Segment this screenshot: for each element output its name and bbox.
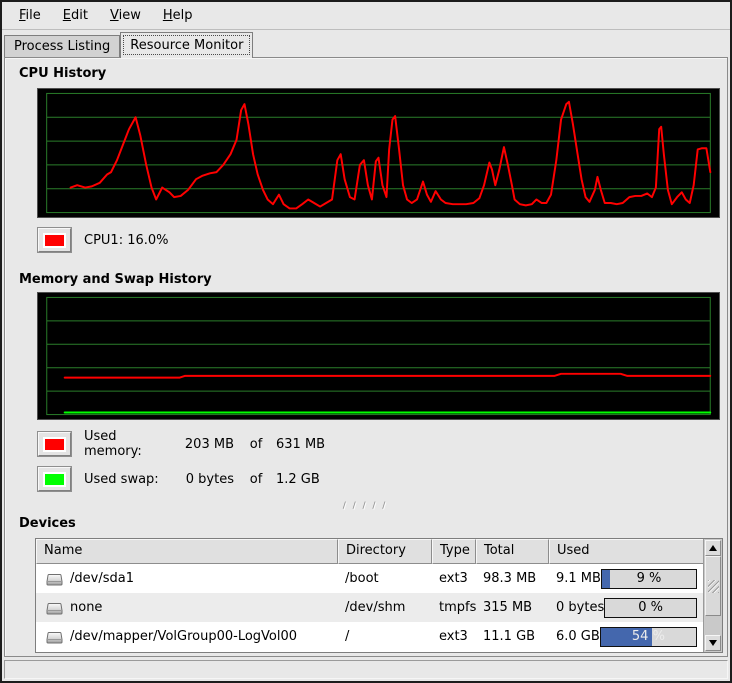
device-type-cell: ext3 [432,629,476,644]
menu-edit[interactable]: Edit [52,3,99,28]
column-header-used[interactable]: Used [549,539,704,564]
hard-disk-icon [46,601,63,615]
device-row-3[interactable]: /dev/mapper/VolGroup00-LogVol00 /ext311.1… [36,622,704,651]
system-monitor-window: FileEditViewHelp Process ListingResource… [0,0,732,683]
progress-percent-label: 54 % [601,628,696,646]
devices-title: Devices [19,516,727,532]
memory-color-swatch-button[interactable] [38,432,71,456]
memory-color [45,439,64,450]
column-header-directory[interactable]: Directory [338,539,432,564]
devices-scrollbar[interactable] [703,539,722,652]
device-total-cell: 11.1 GB [476,629,549,644]
thumb-grip-icon [708,580,719,593]
memory-history-title: Memory and Swap History [19,272,727,288]
memory-of-label: of [244,437,268,452]
cpu-history-graph [37,88,720,218]
device-name: /dev/mapper/VolGroup00-LogVol00 [70,629,297,644]
tab-process-listing[interactable]: Process Listing [4,35,120,57]
cpu1-color-swatch [43,233,66,248]
cpu1-color-swatch-button[interactable] [38,228,71,252]
device-name: /dev/sda1 [70,571,134,586]
device-type-cell: ext3 [432,571,476,586]
scroll-up-button[interactable] [705,540,721,556]
device-used-cell: 0 bytes0 % [549,598,704,618]
device-name: none [70,600,102,615]
device-usage-progressbar: 9 % [601,569,697,589]
scroll-down-button[interactable] [705,635,721,651]
device-name-cell: /dev/mapper/VolGroup00-LogVol00 [36,629,338,644]
device-directory-cell: /dev/shm [338,600,432,615]
device-usage-progressbar: 54 % [600,627,697,647]
statusbar [4,660,728,679]
pane-resize-grip[interactable]: / / / / / [17,502,713,512]
swap-color-swatch-button[interactable] [38,467,71,491]
devices-table-header: NameDirectoryTypeTotalUsed [36,539,704,564]
device-total-cell: 315 MB [476,600,549,615]
memory-legend: Used memory:203 MB of 631 MB Used swap:0 by… [17,432,727,491]
device-used-cell: 6.0 GB54 % [549,627,704,647]
device-used-value: 0 bytes [556,600,604,615]
device-directory-cell: /boot [338,571,432,586]
progress-percent-label: 9 % [602,570,696,588]
column-header-type[interactable]: Type [432,539,476,564]
swap-color [45,474,64,485]
triangle-down-icon [709,640,717,646]
swap-of-label: of [244,472,268,487]
device-row-2[interactable]: none/dev/shmtmpfs315 MB0 bytes0 % [36,593,704,622]
column-header-total[interactable]: Total [476,539,549,564]
memory-legend-row: Used memory:203 MB of 631 MB [38,432,727,456]
swap-label: Used swap: [84,472,176,487]
cpu1-usage-label: CPU1: 16.0% [84,233,169,248]
device-name-cell: none [36,600,338,615]
cpu-legend: CPU1: 16.0% [38,228,727,252]
menu-view[interactable]: View [99,3,152,28]
swap-used-value: 0 bytes [176,472,234,487]
hard-disk-icon [46,572,63,586]
memory-label: Used memory: [84,429,176,459]
cpu1-color [45,235,64,246]
progress-percent-label: 0 % [605,599,696,617]
triangle-up-icon [709,545,717,551]
hard-disk-icon [46,630,63,644]
device-row-1[interactable]: /dev/sda1/bootext398.3 MB9.1 MB9 % [36,564,704,593]
device-used-value: 6.0 GB [556,629,600,644]
column-header-name[interactable]: Name [36,539,338,564]
tab-strip: Process ListingResource Monitor [2,30,730,57]
menu-help[interactable]: Help [152,3,204,28]
swap-color-swatch [43,472,66,487]
device-used-value: 9.1 MB [556,571,601,586]
devices-table-body: /dev/sda1/bootext398.3 MB9.1 MB9 %none/d… [36,564,704,651]
memory-total-value: 631 MB [276,437,325,452]
device-total-cell: 98.3 MB [476,571,549,586]
memory-used-value: 203 MB [176,437,234,452]
memory-color-swatch [43,437,66,452]
device-used-cell: 9.1 MB9 % [549,569,704,589]
menubar: FileEditViewHelp [2,2,730,30]
device-type-cell: tmpfs [432,600,476,615]
device-name-cell: /dev/sda1 [36,571,338,586]
swap-total-value: 1.2 GB [276,472,320,487]
devices-table: NameDirectoryTypeTotalUsed /dev/sda1/boo… [35,538,723,653]
scrollbar-thumb[interactable] [705,556,721,616]
menu-file[interactable]: File [8,3,52,28]
swap-legend-row: Used swap:0 bytes of 1.2 GB [38,467,727,491]
device-usage-progressbar: 0 % [604,598,697,618]
cpu-history-title: CPU History [19,66,727,82]
tab-resource-monitor[interactable]: Resource Monitor [120,32,253,58]
memory-swap-history-graph [37,292,720,420]
resource-monitor-page: CPU History CPU1: 16.0% Memory and Swap … [4,57,728,657]
device-directory-cell: / [338,629,432,644]
